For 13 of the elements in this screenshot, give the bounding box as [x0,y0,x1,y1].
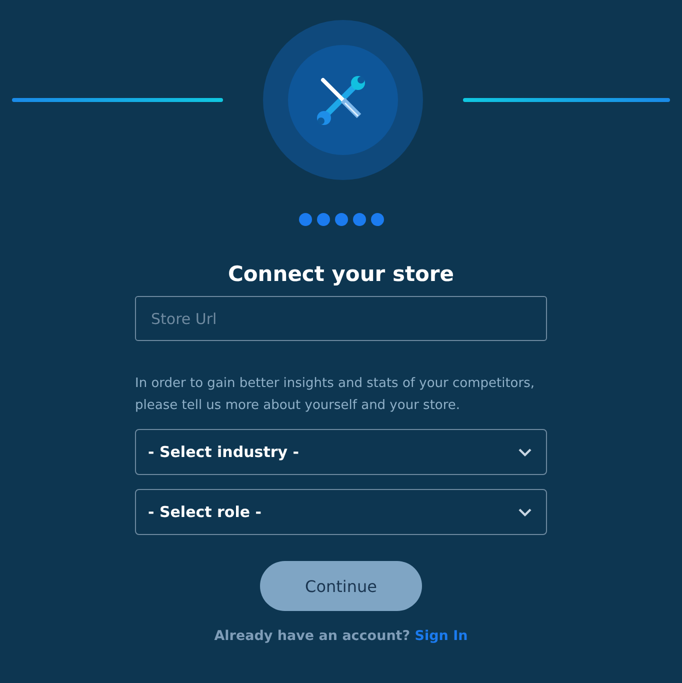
page-title: Connect your store [226,262,456,286]
select-dropdown[interactable]: - Select industry - [135,429,547,475]
step-dot [316,213,330,226]
step-dot [334,213,348,226]
store-url-field[interactable]: Store Url [135,296,547,341]
step-dot [352,213,366,226]
chevron-down-icon [518,508,532,516]
select-dropdown[interactable]: - Select role - [135,489,547,535]
step-dot [370,213,384,226]
chevron-down-icon [518,448,532,456]
description-text: In order to gain better insights and stats of your competitors, please tell us more about yourself and your store. [135,375,536,414]
account-prompt: Already have an account? [214,628,410,644]
step-dot [298,213,312,226]
